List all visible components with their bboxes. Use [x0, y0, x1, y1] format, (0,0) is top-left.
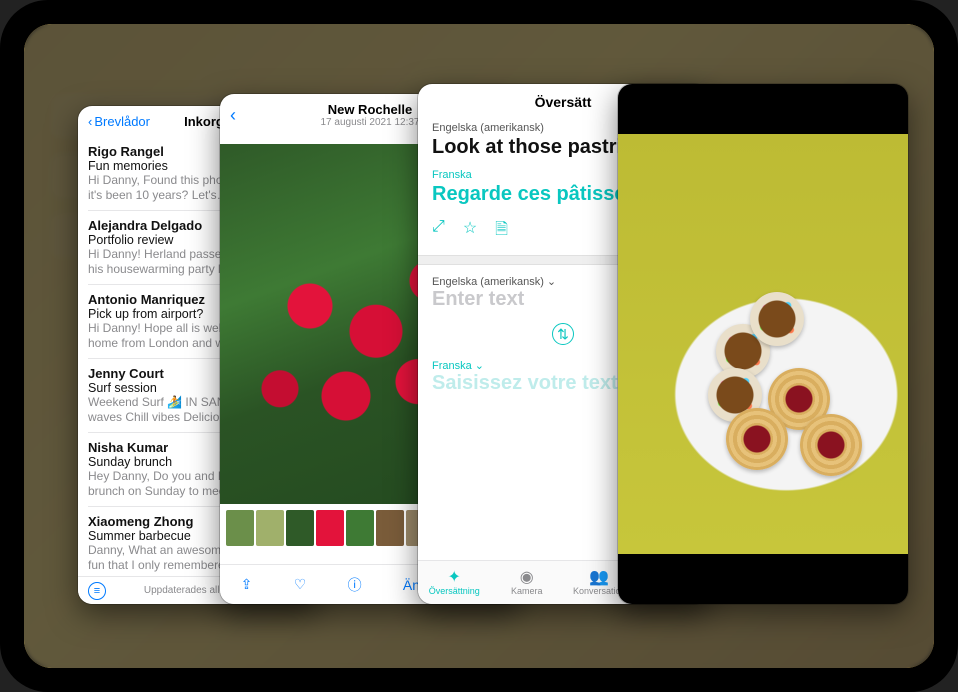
- photo-thumbnail[interactable]: [226, 510, 254, 546]
- photo-location: New Rochelle: [321, 102, 420, 117]
- cookies-illustration: [708, 364, 878, 494]
- photo-thumbnail[interactable]: [316, 510, 344, 546]
- photo-thumbnail[interactable]: [256, 510, 284, 546]
- favorite-icon[interactable]: ☆: [463, 218, 477, 245]
- tab-översättning[interactable]: ✦Översättning: [418, 561, 491, 604]
- mail-back-button[interactable]: ‹ Brevlådor: [88, 114, 150, 129]
- photo-thumbnail[interactable]: [376, 510, 404, 546]
- jam-cookie: [726, 408, 788, 470]
- photos-back-button[interactable]: ‹: [230, 105, 236, 126]
- tab-icon: 👥: [589, 570, 609, 586]
- app-switcher-stack: Mail Inkorg ‹ Brevlådor Inkorg Rigo Rang…: [24, 24, 934, 668]
- photo-thumbnail[interactable]: [346, 510, 374, 546]
- jam-cookie: [800, 414, 862, 476]
- tab-icon: ✦: [448, 570, 461, 586]
- tab-label: Kamera: [511, 586, 543, 596]
- tab-label: Översättning: [429, 586, 480, 596]
- share-icon[interactable]: ⇪: [241, 576, 253, 593]
- chevron-left-icon: ‹: [88, 114, 92, 129]
- expand-icon[interactable]: ⤢: [432, 218, 445, 245]
- photos-title-block: New Rochelle 17 augusti 2021 12:37: [321, 102, 420, 128]
- mail-filter-button[interactable]: ≡: [88, 582, 106, 600]
- ipad-screen: Mail Inkorg ‹ Brevlådor Inkorg Rigo Rang…: [24, 24, 934, 668]
- mail-title: Inkorg: [184, 114, 224, 129]
- swap-icon: ⇅: [552, 323, 574, 345]
- tab-kamera[interactable]: ◉Kamera: [491, 561, 564, 604]
- tab-icon: ◉: [520, 570, 534, 586]
- info-icon[interactable]: ⓘ: [348, 575, 362, 595]
- photo-timestamp: 17 augusti 2021 12:37: [321, 117, 420, 128]
- mail-back-label: Brevlådor: [94, 114, 150, 129]
- dictionary-icon[interactable]: 🗎: [495, 218, 508, 245]
- app-card-notes[interactable]: Anteckningar Baking Inspiration: [618, 84, 908, 604]
- photo-thumbnail[interactable]: [286, 510, 314, 546]
- note-photo[interactable]: [618, 134, 908, 554]
- translate-title: Översätt: [535, 94, 592, 110]
- sprinkle-cookie: [750, 292, 804, 346]
- ipad-frame: Mail Inkorg ‹ Brevlådor Inkorg Rigo Rang…: [0, 0, 958, 692]
- favorite-icon[interactable]: ♡: [294, 576, 307, 593]
